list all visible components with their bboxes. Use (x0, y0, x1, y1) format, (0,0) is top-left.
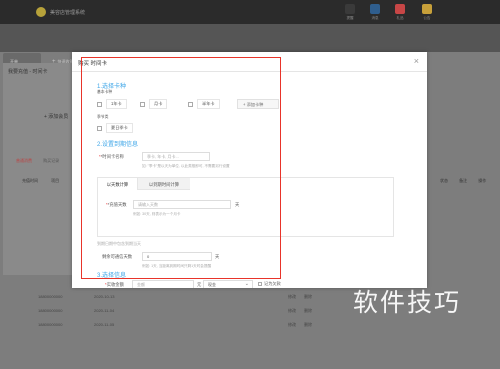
notice-icon[interactable] (422, 4, 432, 14)
app-topbar: 美容店管理系统 提醒 消息 礼品 公告 (0, 0, 500, 24)
message-label: 消息 (371, 16, 379, 20)
row-delete-link[interactable]: 删除 (304, 322, 312, 328)
payment-method-select[interactable]: 现金 ⌄ (203, 280, 253, 288)
row-edit-link[interactable]: 修改 (288, 308, 296, 314)
amount-label: *实收金额 (105, 282, 124, 287)
column-header: 备注 (459, 178, 468, 183)
amount-input[interactable]: 金额 (132, 280, 194, 288)
table-header: 充值时间 项目 (22, 178, 71, 184)
column-header: 状态 (440, 178, 448, 183)
reminder-icon[interactable] (345, 4, 355, 14)
notice-label: 公告 (423, 16, 431, 20)
column-header: 项目 (51, 178, 60, 183)
column-header: 充值时间 (22, 178, 38, 183)
table-header-right: 状态 备注 操作 (440, 178, 496, 184)
message-icon[interactable] (370, 4, 380, 14)
row-date: 2020-11-04 (94, 308, 115, 313)
row-edit-link[interactable]: 修改 (288, 322, 296, 328)
checkbox[interactable] (258, 282, 262, 286)
gift-label: 礼品 (396, 16, 404, 20)
row-date: 2020-11-05 (94, 322, 115, 327)
tab-records[interactable]: 购买记录 (43, 158, 59, 163)
amount-unit: 元 (197, 282, 202, 287)
table-row: 2020-11-04 18800000000 修改 删除 (8, 306, 378, 316)
watermark-text: 软件技巧 (353, 288, 462, 317)
highlight-box (81, 57, 281, 279)
gift-icon[interactable] (395, 4, 405, 14)
app-title: 美容店管理系统 (50, 10, 86, 16)
row-date: 2020-10-13 (94, 294, 115, 299)
column-header: 操作 (478, 178, 487, 183)
row-delete-link[interactable]: 删除 (304, 294, 312, 300)
tab-normal[interactable]: 普通消费 (16, 158, 32, 163)
table-row: 2020-10-13 18800000000 修改 删除 (8, 292, 378, 302)
close-icon[interactable]: × (414, 56, 419, 66)
row-edit-link[interactable]: 修改 (288, 294, 296, 300)
app-toolbar: 开单 +快速收银 ▭会员充值 ☁会员办卡 ✔次卡消费 (0, 24, 500, 69)
row-phone: 18800000000 (38, 294, 63, 299)
reminder-label: 提醒 (346, 16, 354, 20)
side-panel-title: 我要充值 - 时间卡 (8, 69, 48, 75)
chevron-down-icon: ⌄ (244, 281, 249, 287)
side-tabs: 普通消费 购买记录 (16, 158, 69, 164)
app-logo (36, 7, 46, 17)
debt-checkbox[interactable]: 记为欠款 (258, 281, 281, 287)
add-member-link[interactable]: + 添加会员 (44, 113, 68, 120)
table-row: 2020-11-05 18800000000 修改 删除 (8, 320, 378, 330)
row-phone: 18800000000 (38, 308, 63, 313)
row-delete-link[interactable]: 删除 (304, 308, 312, 314)
row-phone: 18800000000 (38, 322, 63, 327)
